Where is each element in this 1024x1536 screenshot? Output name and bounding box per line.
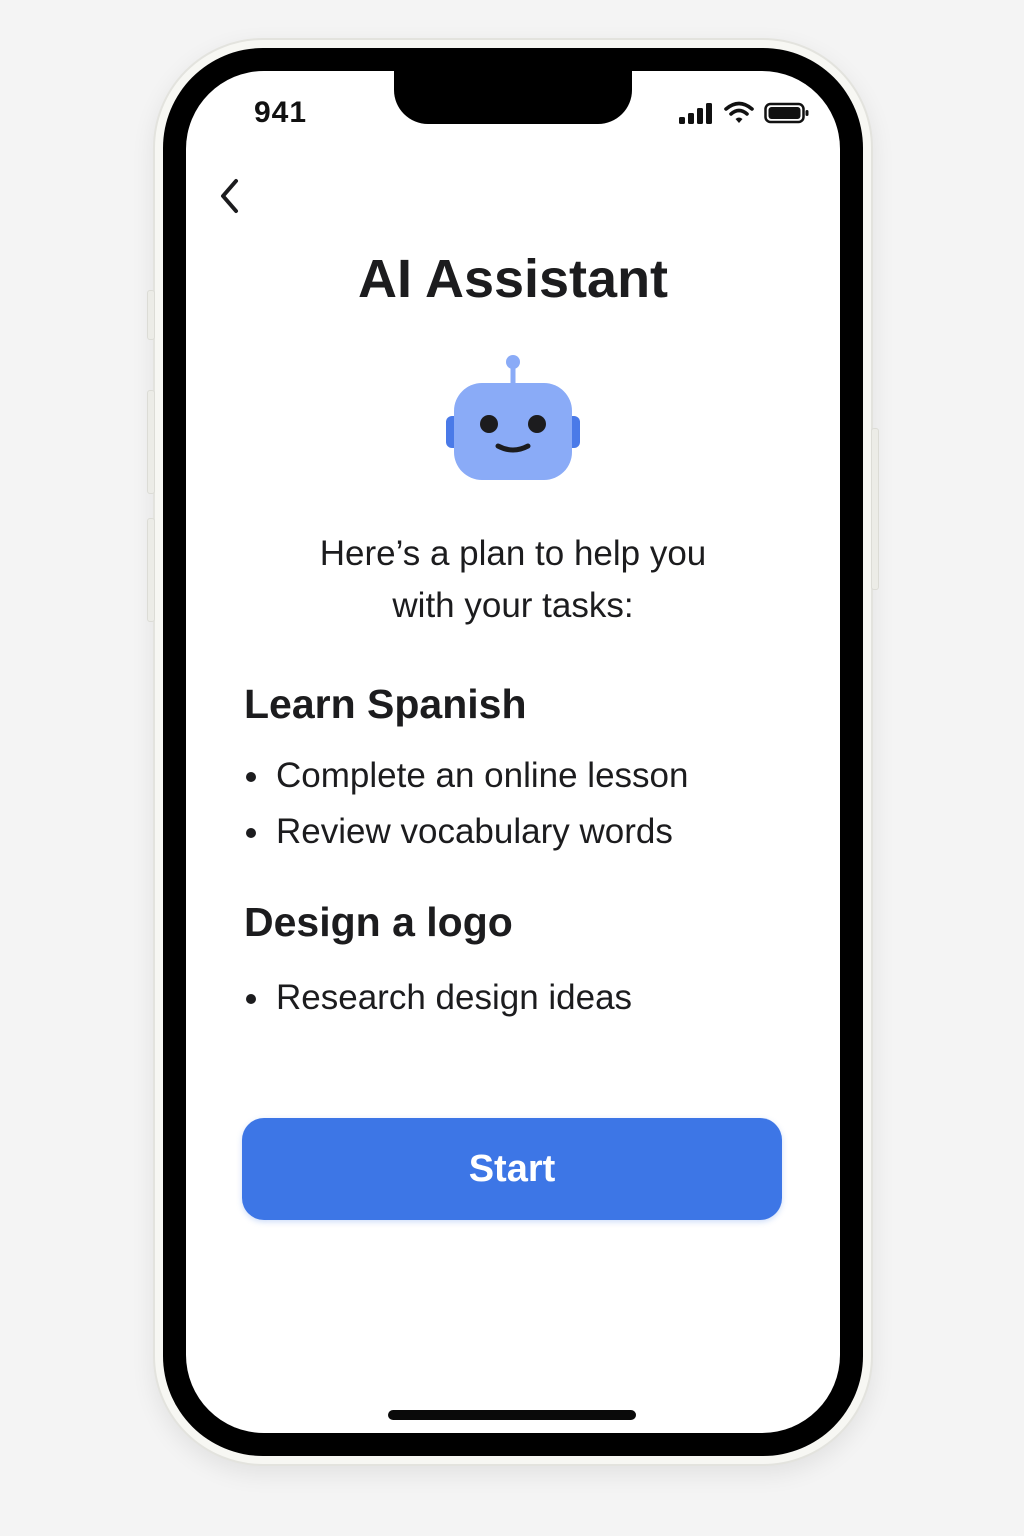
wifi-icon xyxy=(724,101,754,123)
notch xyxy=(394,60,632,124)
task-item: Research design ideas xyxy=(244,970,804,1026)
signal-icon xyxy=(679,103,712,124)
section-title: Learn Spanish xyxy=(244,681,527,727)
volume-up-button xyxy=(147,290,155,340)
bullet-icon xyxy=(246,994,256,1004)
task-item: Review vocabulary words xyxy=(244,804,804,860)
battery-icon xyxy=(764,102,809,124)
page-title: AI Assistant xyxy=(357,249,669,309)
volume-down-button xyxy=(147,390,155,494)
plan-section-design-logo: Design a logo Research design ideas xyxy=(244,896,804,1026)
back-button[interactable] xyxy=(210,174,250,218)
mute-switch xyxy=(147,518,155,622)
robot-icon xyxy=(446,355,580,480)
status-time: 941 xyxy=(254,96,308,129)
task-label: Research design ideas xyxy=(276,978,633,1017)
bullet-icon xyxy=(246,828,256,838)
home-indicator[interactable] xyxy=(388,1410,636,1420)
intro-line-2: with your tasks: xyxy=(392,586,634,625)
task-list: Research design ideas xyxy=(244,970,804,1026)
chevron-left-icon xyxy=(221,179,238,213)
status-icons xyxy=(678,98,810,128)
bullet-icon xyxy=(246,772,256,782)
task-item: Complete an online lesson xyxy=(244,748,804,804)
intro-line-1: Here’s a plan to help you xyxy=(319,534,707,573)
assistant-intro: Here’s a plan to help you with your task… xyxy=(186,528,840,632)
section-title: Design a logo xyxy=(244,899,513,945)
plan-section-learn-spanish: Learn Spanish Complete an online lesson … xyxy=(244,678,804,860)
start-button[interactable]: Start xyxy=(242,1118,782,1220)
task-label: Review vocabulary words xyxy=(276,812,673,851)
task-label: Complete an online lesson xyxy=(276,756,689,795)
task-list: Complete an online lesson Review vocabul… xyxy=(244,748,804,860)
power-button xyxy=(871,428,879,590)
